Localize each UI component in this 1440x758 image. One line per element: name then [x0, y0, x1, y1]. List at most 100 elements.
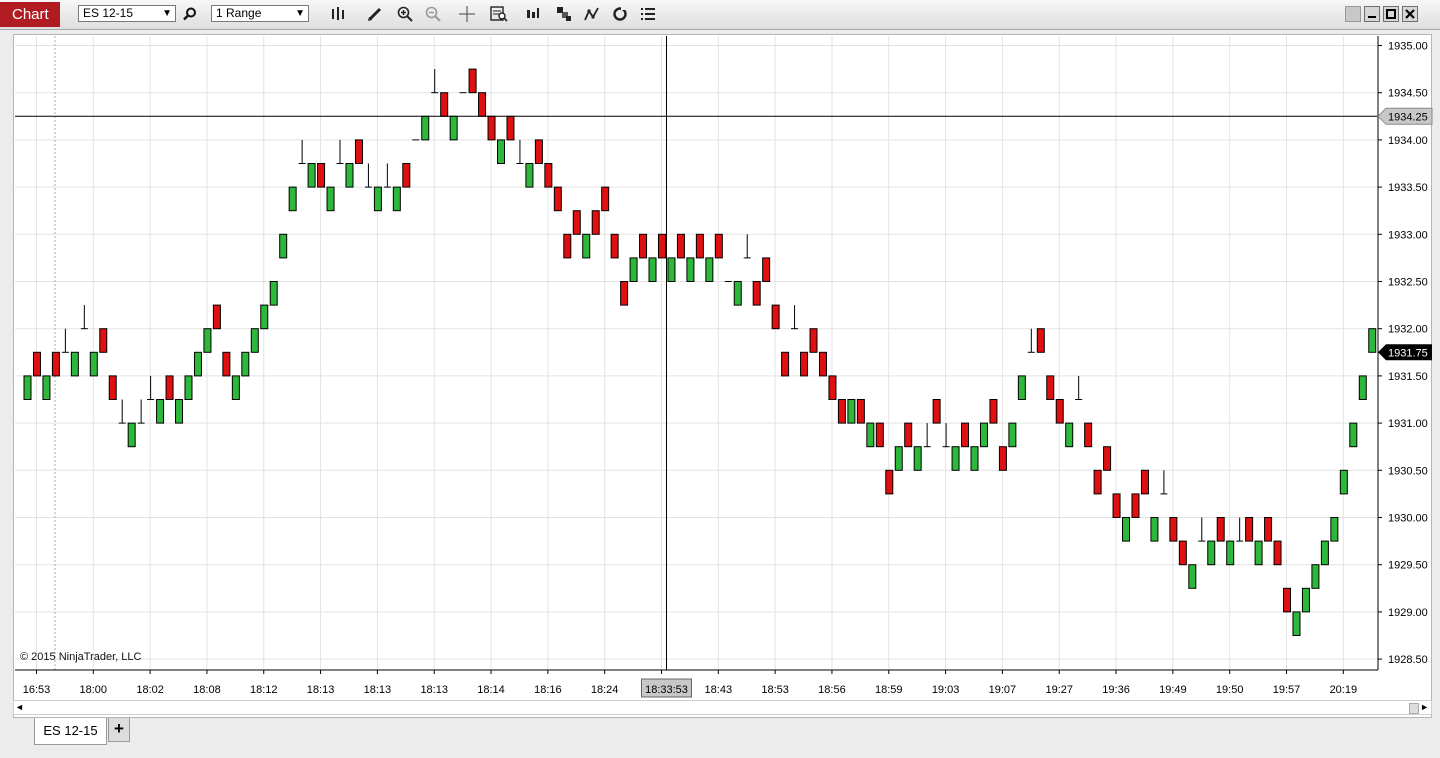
candle-down	[553, 186, 562, 212]
candle-up	[894, 446, 903, 471]
y-tick-label: 1933.50	[1388, 182, 1428, 194]
candle-down	[998, 446, 1007, 471]
candle-down	[32, 351, 41, 377]
candle-up	[1122, 517, 1131, 542]
candle-down	[440, 92, 449, 117]
candle-up	[847, 399, 856, 424]
x-tick-label: 19:36	[1102, 684, 1130, 696]
candle-down	[875, 422, 884, 448]
x-tick-label: 18:43	[705, 684, 733, 696]
x-tick-label: 18:02	[136, 684, 164, 696]
candle-down	[639, 233, 648, 259]
candle-down	[714, 233, 723, 259]
horizontal-scrollbar[interactable]: ◄ ►	[13, 700, 1432, 715]
candle-down	[1093, 469, 1102, 495]
candle-down	[657, 233, 666, 259]
candle-up	[1339, 469, 1348, 495]
candle-down	[856, 399, 865, 424]
y-tick-label: 1933.00	[1388, 229, 1428, 241]
candle-up	[184, 375, 193, 400]
candle-down	[1273, 540, 1282, 566]
candle-up	[686, 257, 695, 282]
x-tick-label: 19:27	[1045, 684, 1073, 696]
y-tick-label: 1930.50	[1388, 465, 1428, 477]
candle-down	[1036, 328, 1045, 353]
candle-up	[156, 399, 165, 424]
candle-up	[1226, 540, 1235, 566]
scroll-right-icon[interactable]: ►	[1420, 701, 1429, 714]
candle-down	[1084, 422, 1093, 448]
candle-up	[582, 233, 591, 259]
candle-up	[175, 399, 184, 424]
x-tick-label: 18:14	[477, 684, 505, 696]
candle-up	[1292, 611, 1301, 637]
candle-up	[269, 281, 278, 306]
candle-down	[1178, 540, 1187, 566]
candle-down	[1264, 517, 1273, 542]
y-tick-label: 1928.50	[1388, 654, 1428, 666]
candle-up	[449, 115, 458, 141]
candle-up	[1330, 517, 1339, 542]
candle-up	[913, 446, 922, 471]
y-tick-label: 1935.00	[1388, 41, 1428, 53]
x-tick-label: 19:57	[1273, 684, 1301, 696]
x-tick-label: 18:56	[818, 684, 846, 696]
candle-up	[373, 186, 382, 212]
candle-up	[241, 351, 250, 377]
x-tick-label: 19:49	[1159, 684, 1187, 696]
candle-down	[468, 68, 477, 94]
candle-down	[165, 375, 174, 400]
candle-up	[1358, 375, 1367, 400]
candle-down	[800, 351, 809, 377]
candle-down	[828, 375, 837, 400]
candle-down	[601, 186, 610, 212]
candle-down	[1103, 446, 1112, 471]
candle-up	[866, 422, 875, 448]
candle-down	[1169, 517, 1178, 542]
candle-down	[1245, 517, 1254, 542]
x-tick-label: 18:13	[307, 684, 335, 696]
y-tick-label: 1932.50	[1388, 277, 1428, 289]
crosshair-time-label: 18:33:53	[645, 684, 688, 696]
candle-down	[478, 92, 487, 117]
x-tick-label: 18:00	[80, 684, 108, 696]
tab-es-12-15[interactable]: ES 12-15	[34, 718, 107, 745]
last-price-label: 1931.75	[1388, 347, 1428, 359]
candle-down	[676, 233, 685, 259]
candle-up	[733, 281, 742, 306]
candle-up	[70, 351, 79, 377]
candle-down	[781, 351, 790, 377]
candle-down	[222, 351, 231, 377]
candle-up	[970, 446, 979, 471]
candle-up	[1368, 328, 1377, 353]
candle-up	[525, 163, 534, 188]
candle-down	[1131, 493, 1140, 518]
candle-up	[1188, 564, 1197, 589]
y-tick-label: 1934.50	[1388, 88, 1428, 100]
candle-down	[1216, 517, 1225, 542]
candle-down	[572, 210, 581, 235]
candle-up	[1207, 540, 1216, 566]
candle-up	[705, 257, 714, 282]
candle-down	[402, 163, 411, 188]
candle-up	[231, 375, 240, 400]
candle-down	[885, 469, 894, 495]
candle-up	[1320, 540, 1329, 566]
add-tab-button[interactable]: +	[108, 718, 130, 742]
x-tick-label: 20:19	[1330, 684, 1358, 696]
candle-down	[809, 328, 818, 353]
scroll-left-icon[interactable]: ◄	[15, 701, 24, 714]
candle-down	[1283, 587, 1292, 613]
candle-up	[1017, 375, 1026, 400]
candle-up	[1008, 422, 1017, 448]
candle-up	[23, 375, 32, 400]
x-tick-label: 18:16	[534, 684, 562, 696]
candle-down	[99, 328, 108, 353]
candle-down	[989, 399, 998, 424]
candle-up	[42, 375, 51, 400]
scroll-thumb[interactable]	[1409, 703, 1419, 714]
candle-up	[497, 139, 505, 164]
candle-down	[1055, 399, 1064, 424]
x-tick-label: 19:07	[989, 684, 1017, 696]
price-chart[interactable]: 1935.00 1934.50 1934.00 1933.50 1933.00 1932.…	[0, 0, 1440, 758]
